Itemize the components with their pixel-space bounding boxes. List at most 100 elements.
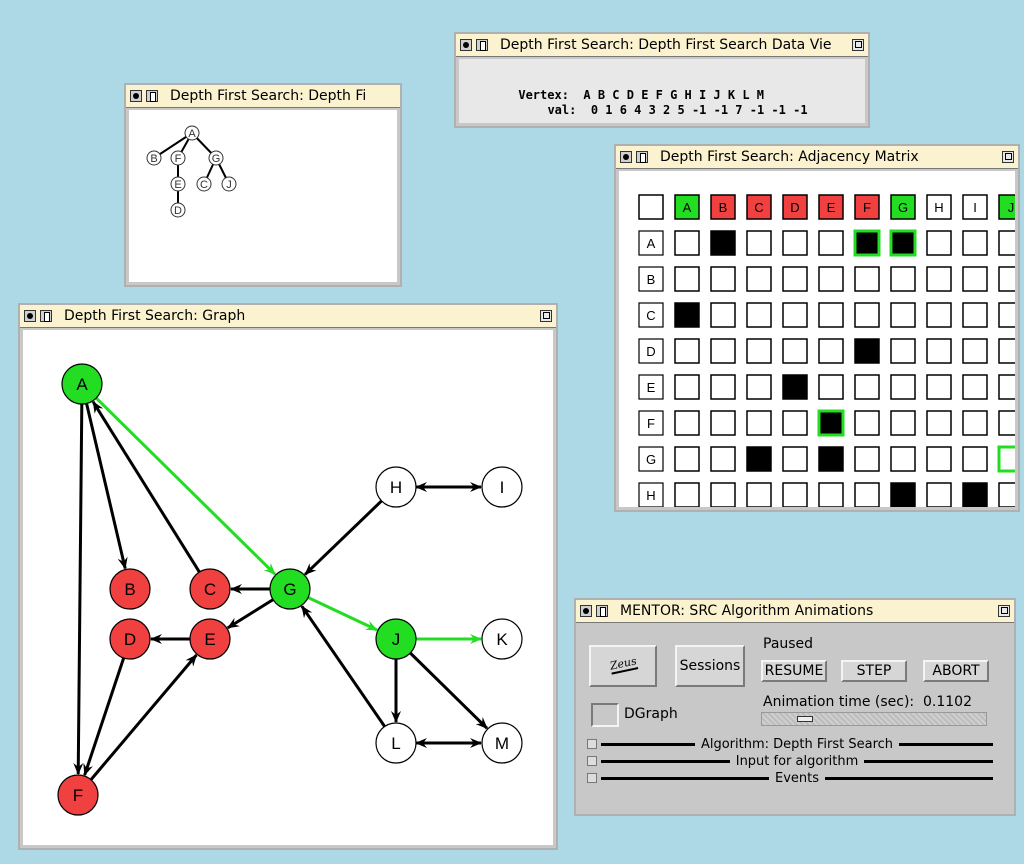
graph-title: Depth First Search: Graph (64, 308, 246, 324)
matrix-cell-d-e (818, 338, 844, 364)
matrix-cell-b-j (998, 266, 1015, 292)
graph-node-k[interactable]: K (481, 618, 523, 660)
tree-window-titlebar[interactable]: Depth First Search: Depth Fi (126, 85, 400, 108)
matrix-cell-d-h (926, 338, 952, 364)
control-titlebar[interactable]: MENTOR: SRC Algorithm Animations (576, 600, 1014, 623)
section-toggle-icon[interactable] (587, 773, 597, 783)
matrix-cell-c-h (926, 302, 952, 328)
control-panel: Zeus Sessions Paused RESUME STEP ABORT A… (579, 625, 1011, 811)
matrix-cell-a-b (710, 230, 736, 256)
svg-text:H: H (646, 488, 655, 503)
window-menu-icon[interactable] (476, 39, 488, 51)
dgraph-checkbox[interactable] (591, 703, 619, 727)
graph-node-d[interactable]: D (109, 618, 151, 660)
matrix-col-header-j: J (998, 194, 1015, 220)
sessions-button[interactable]: Sessions (675, 645, 745, 687)
matrix-cell-d-i (962, 338, 988, 364)
graph-node-label: C (204, 580, 216, 599)
window-menu-icon[interactable] (146, 90, 158, 102)
window-close-icon[interactable] (620, 151, 632, 163)
matrix-cell-h-e (818, 482, 844, 507)
window-close-icon[interactable] (460, 39, 472, 51)
algorithm-section-label: Algorithm: Depth First Search (694, 736, 900, 752)
step-button[interactable]: STEP (841, 660, 907, 682)
section-toggle-icon[interactable] (587, 739, 597, 749)
matrix-cell-e-d (782, 374, 808, 400)
tree-node-f: F (170, 150, 186, 166)
svg-text:C: C (200, 179, 208, 191)
svg-text:A: A (683, 200, 692, 215)
anim-time-slider[interactable] (761, 712, 987, 726)
graph-node-c[interactable]: C (189, 568, 231, 610)
matrix-cell-d-b (710, 338, 736, 364)
graph-node-f[interactable]: F (57, 774, 99, 816)
window-menu-icon[interactable] (596, 605, 608, 617)
matrix-cell-g-e (818, 446, 844, 472)
graph-node-e[interactable]: E (189, 618, 231, 660)
zeus-button[interactable]: Zeus (589, 645, 657, 687)
graph-titlebar[interactable]: Depth First Search: Graph (20, 305, 556, 328)
matrix-cell-e-c (746, 374, 772, 400)
matrix-cell-b-c (746, 266, 772, 292)
window-resize-icon[interactable] (1002, 151, 1014, 163)
svg-text:D: D (174, 205, 182, 217)
matrix-cell-h-d (782, 482, 808, 507)
data-view-window: Depth First Search: Depth First Search D… (454, 32, 870, 128)
matrix-cell-a-g (889, 229, 917, 257)
matrix-cell-c-d (782, 302, 808, 328)
tree-node-c: C (196, 176, 212, 192)
graph-node-j[interactable]: J (375, 618, 417, 660)
window-menu-icon[interactable] (40, 310, 52, 322)
graph-node-h[interactable]: H (375, 466, 417, 508)
events-section[interactable]: Events (587, 770, 994, 786)
matrix-titlebar[interactable]: Depth First Search: Adjacency Matrix (616, 146, 1018, 169)
matrix-col-header-a: A (674, 194, 700, 220)
window-resize-icon[interactable] (998, 605, 1010, 617)
matrix-cell-a-a (674, 230, 700, 256)
svg-text:F: F (175, 153, 182, 165)
graph-node-b[interactable]: B (109, 568, 151, 610)
abort-button[interactable]: ABORT (923, 660, 989, 682)
window-menu-icon[interactable] (636, 151, 648, 163)
val-label: val: (547, 103, 577, 117)
dgraph-label: DGraph (624, 706, 678, 722)
matrix-cell-e-g (890, 374, 916, 400)
svg-text:C: C (646, 308, 655, 323)
graph-node-a[interactable]: A (61, 363, 103, 405)
matrix-cell-d-f (854, 338, 880, 364)
matrix-cell-e-f (854, 374, 880, 400)
graph-node-label: L (391, 734, 400, 753)
graph-edge-a-f (73, 403, 84, 776)
window-resize-icon[interactable] (852, 39, 864, 51)
graph-edge-g-j (307, 596, 378, 632)
graph-edge-a-b (85, 403, 128, 570)
graph-edge-f-e (89, 654, 198, 781)
resume-button[interactable]: RESUME (761, 660, 827, 682)
window-resize-icon[interactable] (540, 310, 552, 322)
window-close-icon[interactable] (130, 90, 142, 102)
algorithm-section[interactable]: Algorithm: Depth First Search (587, 736, 993, 752)
graph-diagram: A B C D E F G H I J K L M (57, 363, 523, 816)
matrix-cell-b-b (710, 266, 736, 292)
data-view-titlebar[interactable]: Depth First Search: Depth First Search D… (456, 34, 868, 57)
matrix-col-header-c: C (746, 194, 772, 220)
input-section[interactable]: Input for algorithm (587, 753, 994, 769)
window-close-icon[interactable] (580, 605, 592, 617)
matrix-row-header-c: C (638, 302, 664, 328)
matrix-cell-e-b (710, 374, 736, 400)
graph-node-m[interactable]: M (481, 722, 523, 764)
section-toggle-icon[interactable] (587, 756, 597, 766)
val-list: 0 1 6 4 3 2 5 -1 -1 7 -1 -1 -1 (590, 103, 808, 117)
matrix-cell-b-h (926, 266, 952, 292)
matrix-cell-f-g (890, 410, 916, 436)
graph-node-g[interactable]: G (269, 568, 311, 610)
status-label: Paused (763, 636, 814, 652)
matrix-cell-h-c (746, 482, 772, 507)
matrix-cell-e-i (962, 374, 988, 400)
svg-text:G: G (898, 200, 908, 215)
graph-node-i[interactable]: I (481, 466, 523, 508)
graph-node-l[interactable]: L (375, 722, 417, 764)
window-close-icon[interactable] (24, 310, 36, 322)
svg-text:E: E (647, 380, 656, 395)
slider-thumb[interactable] (797, 716, 813, 722)
